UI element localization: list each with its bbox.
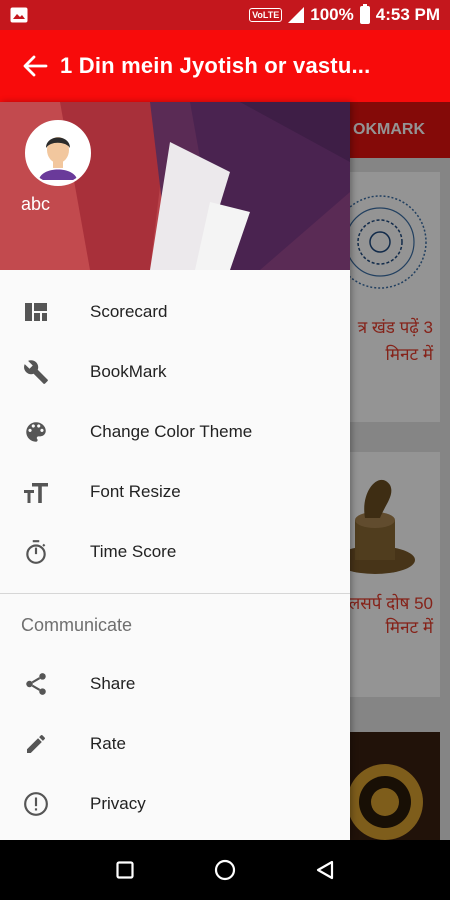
home-icon bbox=[214, 859, 236, 881]
arrow-back-icon bbox=[23, 55, 48, 77]
user-name: abc bbox=[21, 194, 51, 214]
menu-item-label: Time Score bbox=[90, 542, 177, 561]
menu-item-font-resize[interactable]: Font Resize bbox=[0, 462, 350, 522]
menu-item-change-color-theme[interactable]: Change Color Theme bbox=[0, 402, 350, 462]
menu-item-scorecard[interactable]: Scorecard bbox=[0, 282, 350, 342]
recents-button[interactable] bbox=[105, 850, 145, 890]
menu-item-label: Font Resize bbox=[90, 482, 181, 501]
recents-icon bbox=[116, 861, 134, 879]
section-title-communicate: Communicate bbox=[21, 615, 133, 635]
battery-icon bbox=[359, 4, 370, 24]
status-bar: VoLTE 100% 4:53 PM bbox=[0, 0, 450, 30]
app-bar: 1 Din mein Jyotish or vastu... bbox=[0, 30, 450, 102]
image-notification-icon bbox=[10, 7, 28, 23]
pencil-icon bbox=[21, 729, 51, 759]
system-nav-bar bbox=[0, 840, 450, 900]
menu-item-rate[interactable]: Rate bbox=[0, 714, 350, 774]
menu-item-label: Rate bbox=[90, 734, 126, 753]
wrench-icon bbox=[21, 357, 51, 387]
app-title: 1 Din mein Jyotish or vastu... bbox=[60, 53, 371, 78]
signal-icon bbox=[288, 7, 305, 23]
volte-badge: VoLTE bbox=[249, 8, 283, 22]
status-time: 4:53 PM bbox=[375, 5, 440, 24]
back-triangle-icon bbox=[316, 860, 334, 880]
info-circle-icon bbox=[21, 789, 51, 819]
battery-percent: 100% bbox=[310, 5, 354, 24]
menu-item-label: BookMark bbox=[90, 362, 167, 381]
menu-item-label: Share bbox=[90, 674, 136, 693]
back-nav-button[interactable] bbox=[305, 850, 345, 890]
communicate-menu: Share Rate Privacy bbox=[0, 654, 350, 834]
menu-item-share[interactable]: Share bbox=[0, 654, 350, 714]
navigation-drawer: abc Scorecard BookMark Change Color Them… bbox=[0, 102, 350, 840]
menu-item-label: Change Color Theme bbox=[90, 422, 253, 441]
share-icon bbox=[21, 669, 51, 699]
avatar[interactable] bbox=[25, 120, 91, 186]
notification-area bbox=[10, 7, 28, 23]
menu-item-privacy[interactable]: Privacy bbox=[0, 774, 350, 834]
drawer-header: abc bbox=[0, 102, 350, 270]
menu-item-time-score[interactable]: Time Score bbox=[0, 522, 350, 582]
menu-item-label: Scorecard bbox=[90, 302, 168, 321]
menu-item-bookmark[interactable]: BookMark bbox=[0, 342, 350, 402]
user-avatar-icon bbox=[27, 122, 89, 184]
menu-item-label: Privacy bbox=[90, 794, 146, 813]
drawer-menu: Scorecard BookMark Change Color Theme Fo… bbox=[0, 270, 350, 582]
timer-icon bbox=[21, 537, 51, 567]
home-button[interactable] bbox=[205, 850, 245, 890]
text-fields-icon bbox=[21, 477, 51, 507]
palette-icon bbox=[21, 417, 51, 447]
dashboard-icon bbox=[21, 297, 51, 327]
